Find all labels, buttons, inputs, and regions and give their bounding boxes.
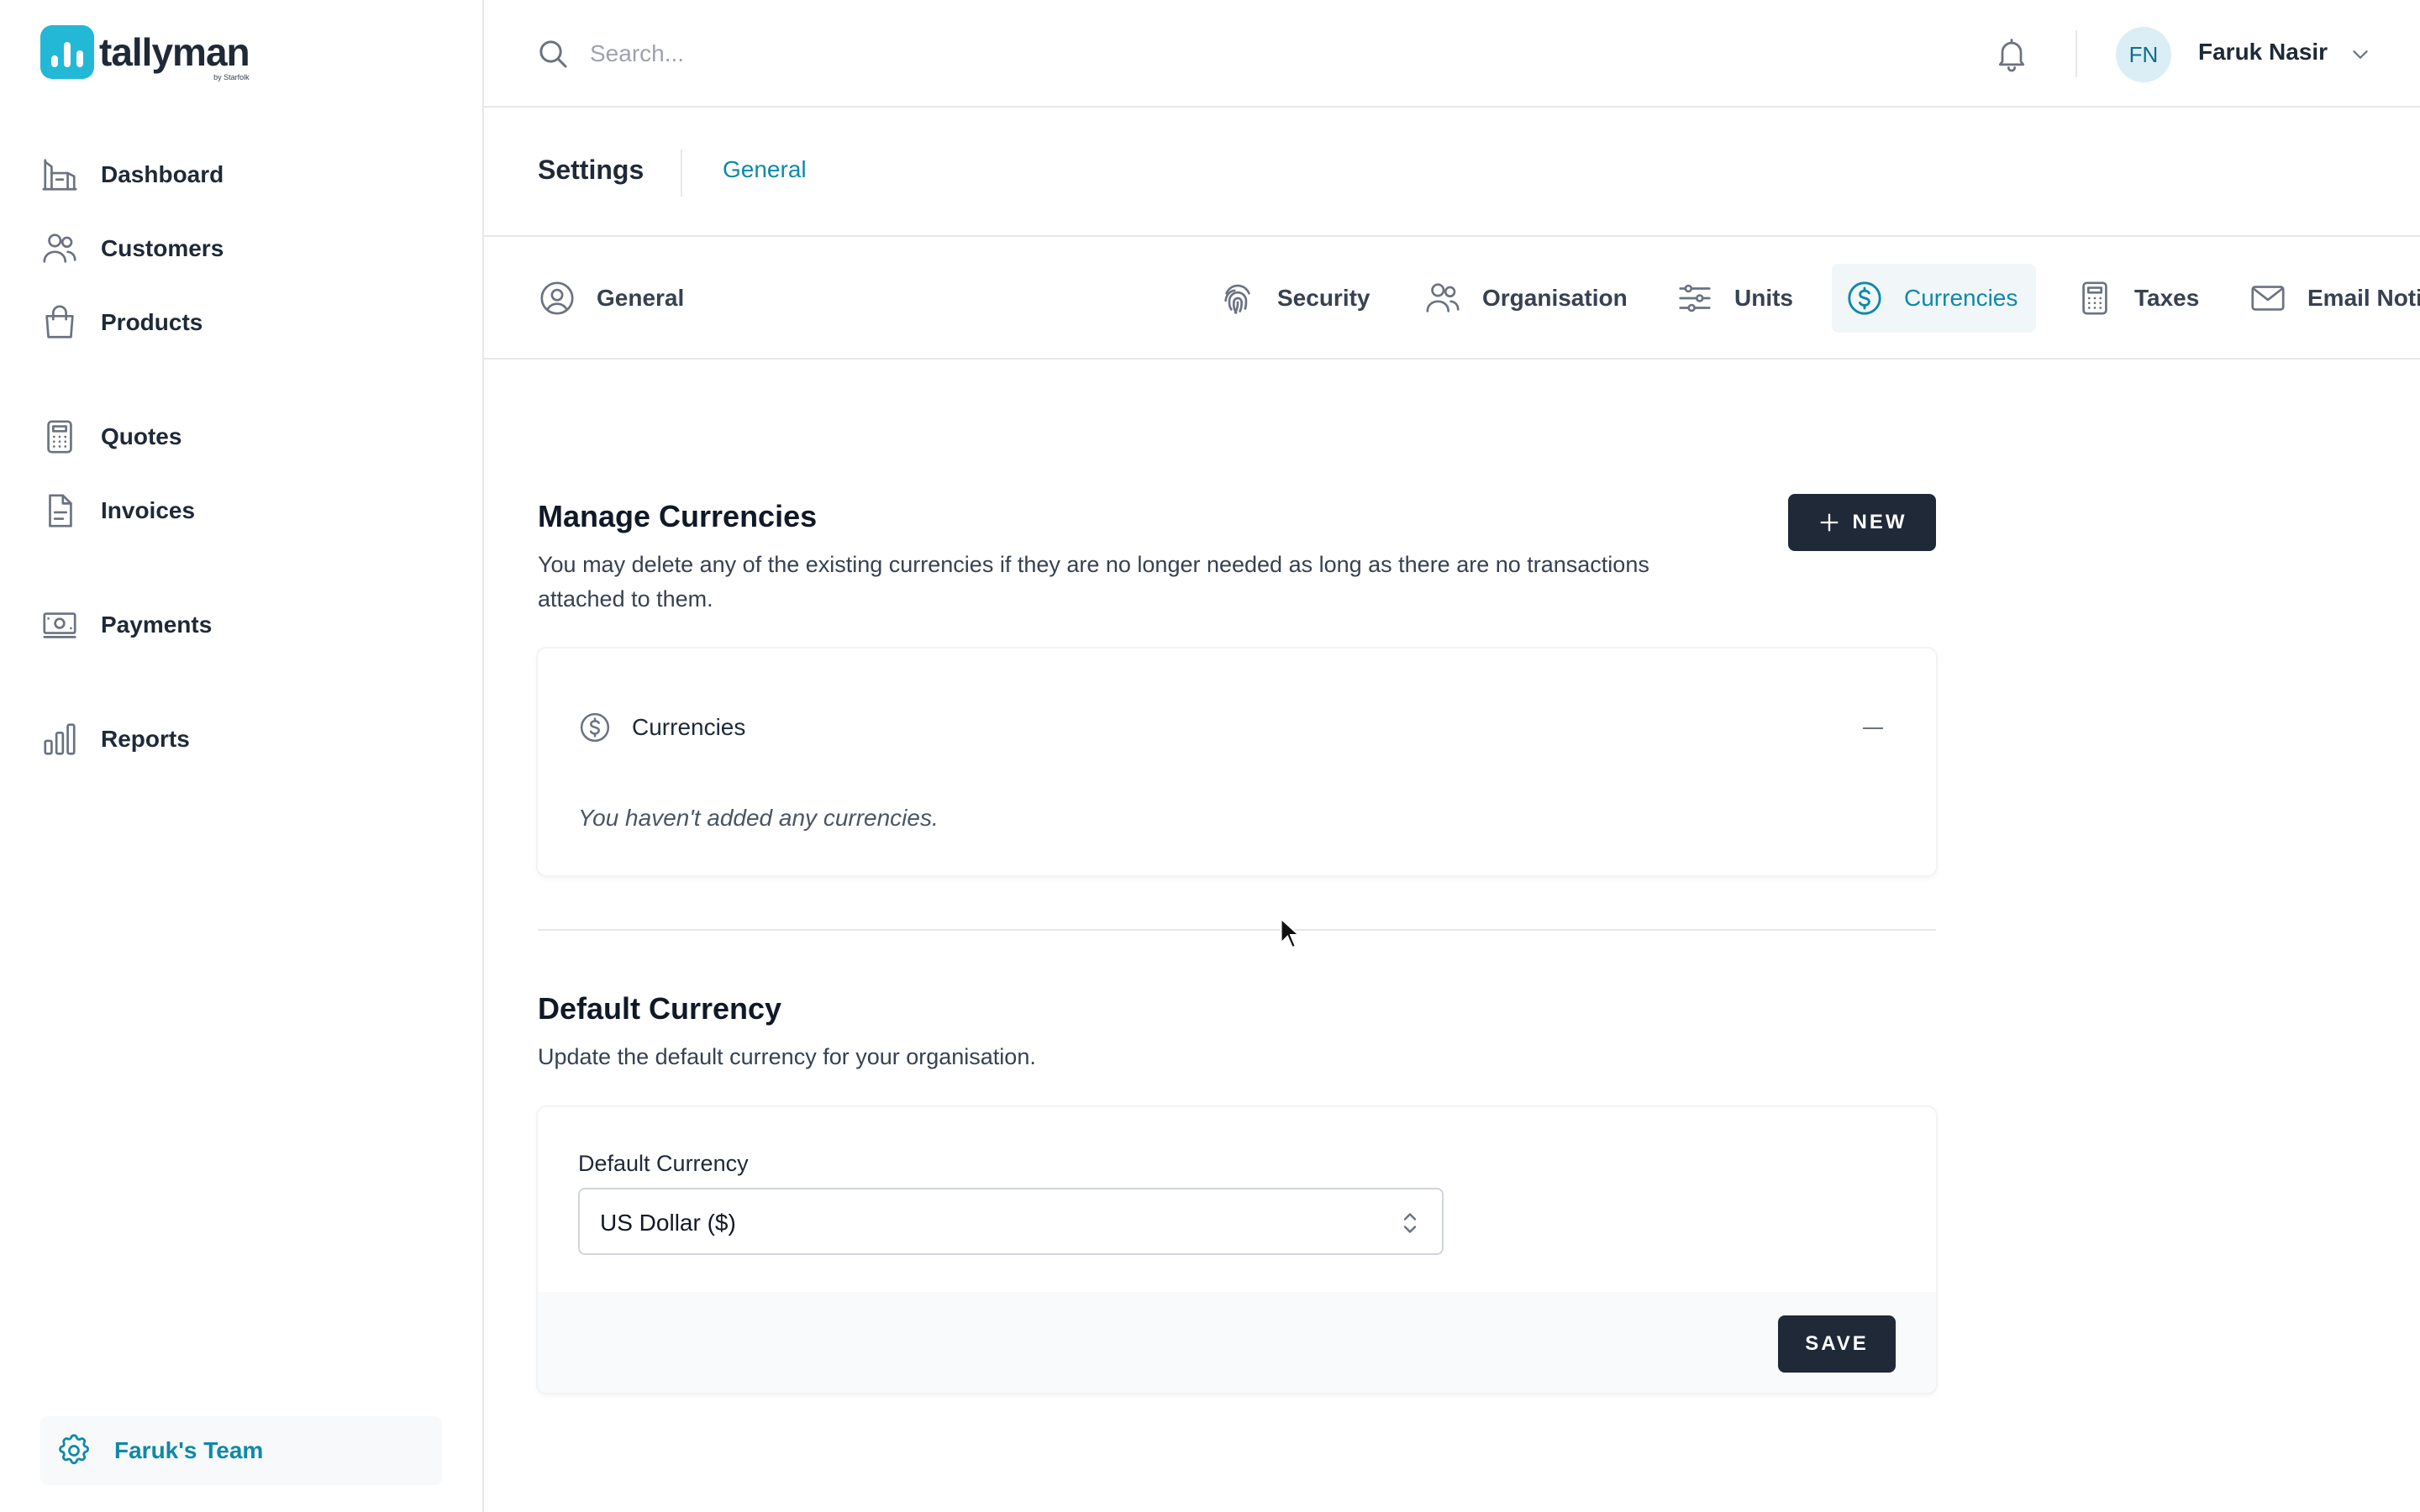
team-settings-item[interactable]: Faruk's Team: [40, 1416, 442, 1485]
sidebar-item-products[interactable]: Products: [40, 297, 203, 348]
select-value: US Dollar ($): [600, 1210, 736, 1236]
tab-label: Taxes: [2134, 285, 2200, 311]
calculator-icon: [47, 420, 72, 454]
tab-taxes[interactable]: Taxes: [2075, 264, 2217, 333]
top-bar: FN Faruk Nasir: [484, 0, 2420, 108]
tab-label: Security: [1277, 285, 1370, 311]
tab-security[interactable]: Security: [1218, 264, 1389, 333]
dashboard-icon: [42, 159, 77, 191]
cash-icon: [43, 612, 76, 638]
sidebar-item-label: Reports: [101, 726, 190, 752]
tab-general[interactable]: General: [538, 264, 702, 333]
currency-dollar-icon: [580, 712, 610, 743]
sidebar-item-reports[interactable]: Reports: [40, 714, 190, 764]
tab-label: Currencies: [1904, 285, 2018, 311]
team-name: Faruk's Team: [114, 1437, 264, 1463]
default-currency-title: Default Currency: [538, 991, 782, 1026]
document-icon: [49, 494, 72, 528]
gear-icon: [59, 1434, 89, 1465]
bell-icon[interactable]: [1993, 35, 2030, 72]
header-divider: [681, 150, 682, 197]
users-icon: [43, 234, 76, 263]
settings-tabs: General Security Organisation Units Curr…: [484, 239, 2420, 360]
sidebar-item-label: Customers: [101, 235, 224, 261]
bar-chart-icon: [44, 723, 76, 755]
tab-label: Organisation: [1482, 285, 1628, 311]
manage-currencies-title: Manage Currencies: [538, 499, 818, 533]
sliders-icon: [1679, 284, 1711, 312]
sidebar: tallyman by Starfolk Dashboard Customers…: [0, 0, 484, 1512]
default-currency-label: Default Currency: [578, 1151, 749, 1176]
manage-currencies-description: You may delete any of the existing curre…: [538, 552, 1649, 612]
tab-label: Units: [1734, 285, 1793, 311]
logo-mark-icon: [40, 25, 94, 79]
page-header: Settings General: [484, 109, 2420, 237]
fingerprint-icon: [1224, 284, 1250, 314]
sidebar-item-label: Invoices: [101, 497, 196, 523]
user-name[interactable]: Faruk Nasir: [2198, 39, 2328, 66]
default-currency-description: Update the default currency for your org…: [538, 1044, 1036, 1069]
tab-label: Email Notifications: [2307, 285, 2420, 311]
mail-icon: [2251, 286, 2285, 311]
sidebar-item-label: Payments: [101, 612, 213, 638]
user-circle-icon: [540, 281, 574, 315]
app-logo[interactable]: tallyman by Starfolk: [40, 25, 250, 81]
new-currency-button[interactable]: NEW: [1788, 494, 1936, 551]
chevron-down-icon[interactable]: [2348, 42, 2373, 67]
topbar-divider: [2075, 30, 2077, 77]
currencies-panel-title: Currencies: [632, 714, 746, 740]
save-button[interactable]: SAVE: [1778, 1315, 1896, 1373]
tab-organisation[interactable]: Organisation: [1423, 264, 1646, 333]
sidebar-item-label: Dashboard: [101, 161, 224, 187]
sidebar-item-customers[interactable]: Customers: [40, 223, 224, 274]
sidebar-item-dashboard[interactable]: Dashboard: [40, 150, 224, 200]
currencies-panel: Currencies You haven't added any currenc…: [538, 648, 1936, 875]
currency-dollar-icon: [1848, 281, 1881, 315]
default-currency-form: Default Currency US Dollar ($) SAVE: [538, 1107, 1936, 1393]
default-currency-select[interactable]: US Dollar ($): [578, 1188, 1444, 1255]
tab-currencies[interactable]: Currencies: [1832, 264, 2037, 333]
section-divider: [538, 929, 1936, 931]
mouse-cursor-icon: [1280, 917, 1301, 949]
calculator-icon: [2082, 281, 2107, 315]
page-title: Settings: [538, 155, 644, 185]
tab-units[interactable]: Units: [1676, 264, 1812, 333]
minus-icon[interactable]: [1860, 716, 1886, 741]
logo-byline: by Starfolk: [213, 73, 250, 81]
sidebar-item-invoices[interactable]: Invoices: [40, 486, 195, 536]
sidebar-item-label: Quotes: [101, 423, 182, 449]
sidebar-item-payments[interactable]: Payments: [40, 600, 212, 650]
users-icon: [1426, 283, 1460, 312]
search-icon: [539, 40, 567, 68]
tab-email-notifications[interactable]: Email Notifications: [2249, 264, 2420, 333]
breadcrumb[interactable]: General: [723, 156, 807, 183]
logo-name: tallyman: [99, 30, 250, 74]
sidebar-item-label: Products: [101, 309, 203, 335]
selector-arrows-icon: [1403, 1213, 1417, 1233]
avatar[interactable]: FN: [2116, 27, 2171, 82]
search-input[interactable]: [590, 32, 1346, 76]
tab-label: General: [597, 285, 685, 311]
empty-state-message: You haven't added any currencies.: [578, 805, 939, 831]
plus-icon: [1820, 513, 1838, 532]
sidebar-item-quotes[interactable]: Quotes: [40, 412, 182, 462]
shopping-bag-icon: [45, 305, 74, 339]
form-footer: [538, 1292, 1936, 1393]
new-button-label: NEW: [1852, 511, 1907, 533]
